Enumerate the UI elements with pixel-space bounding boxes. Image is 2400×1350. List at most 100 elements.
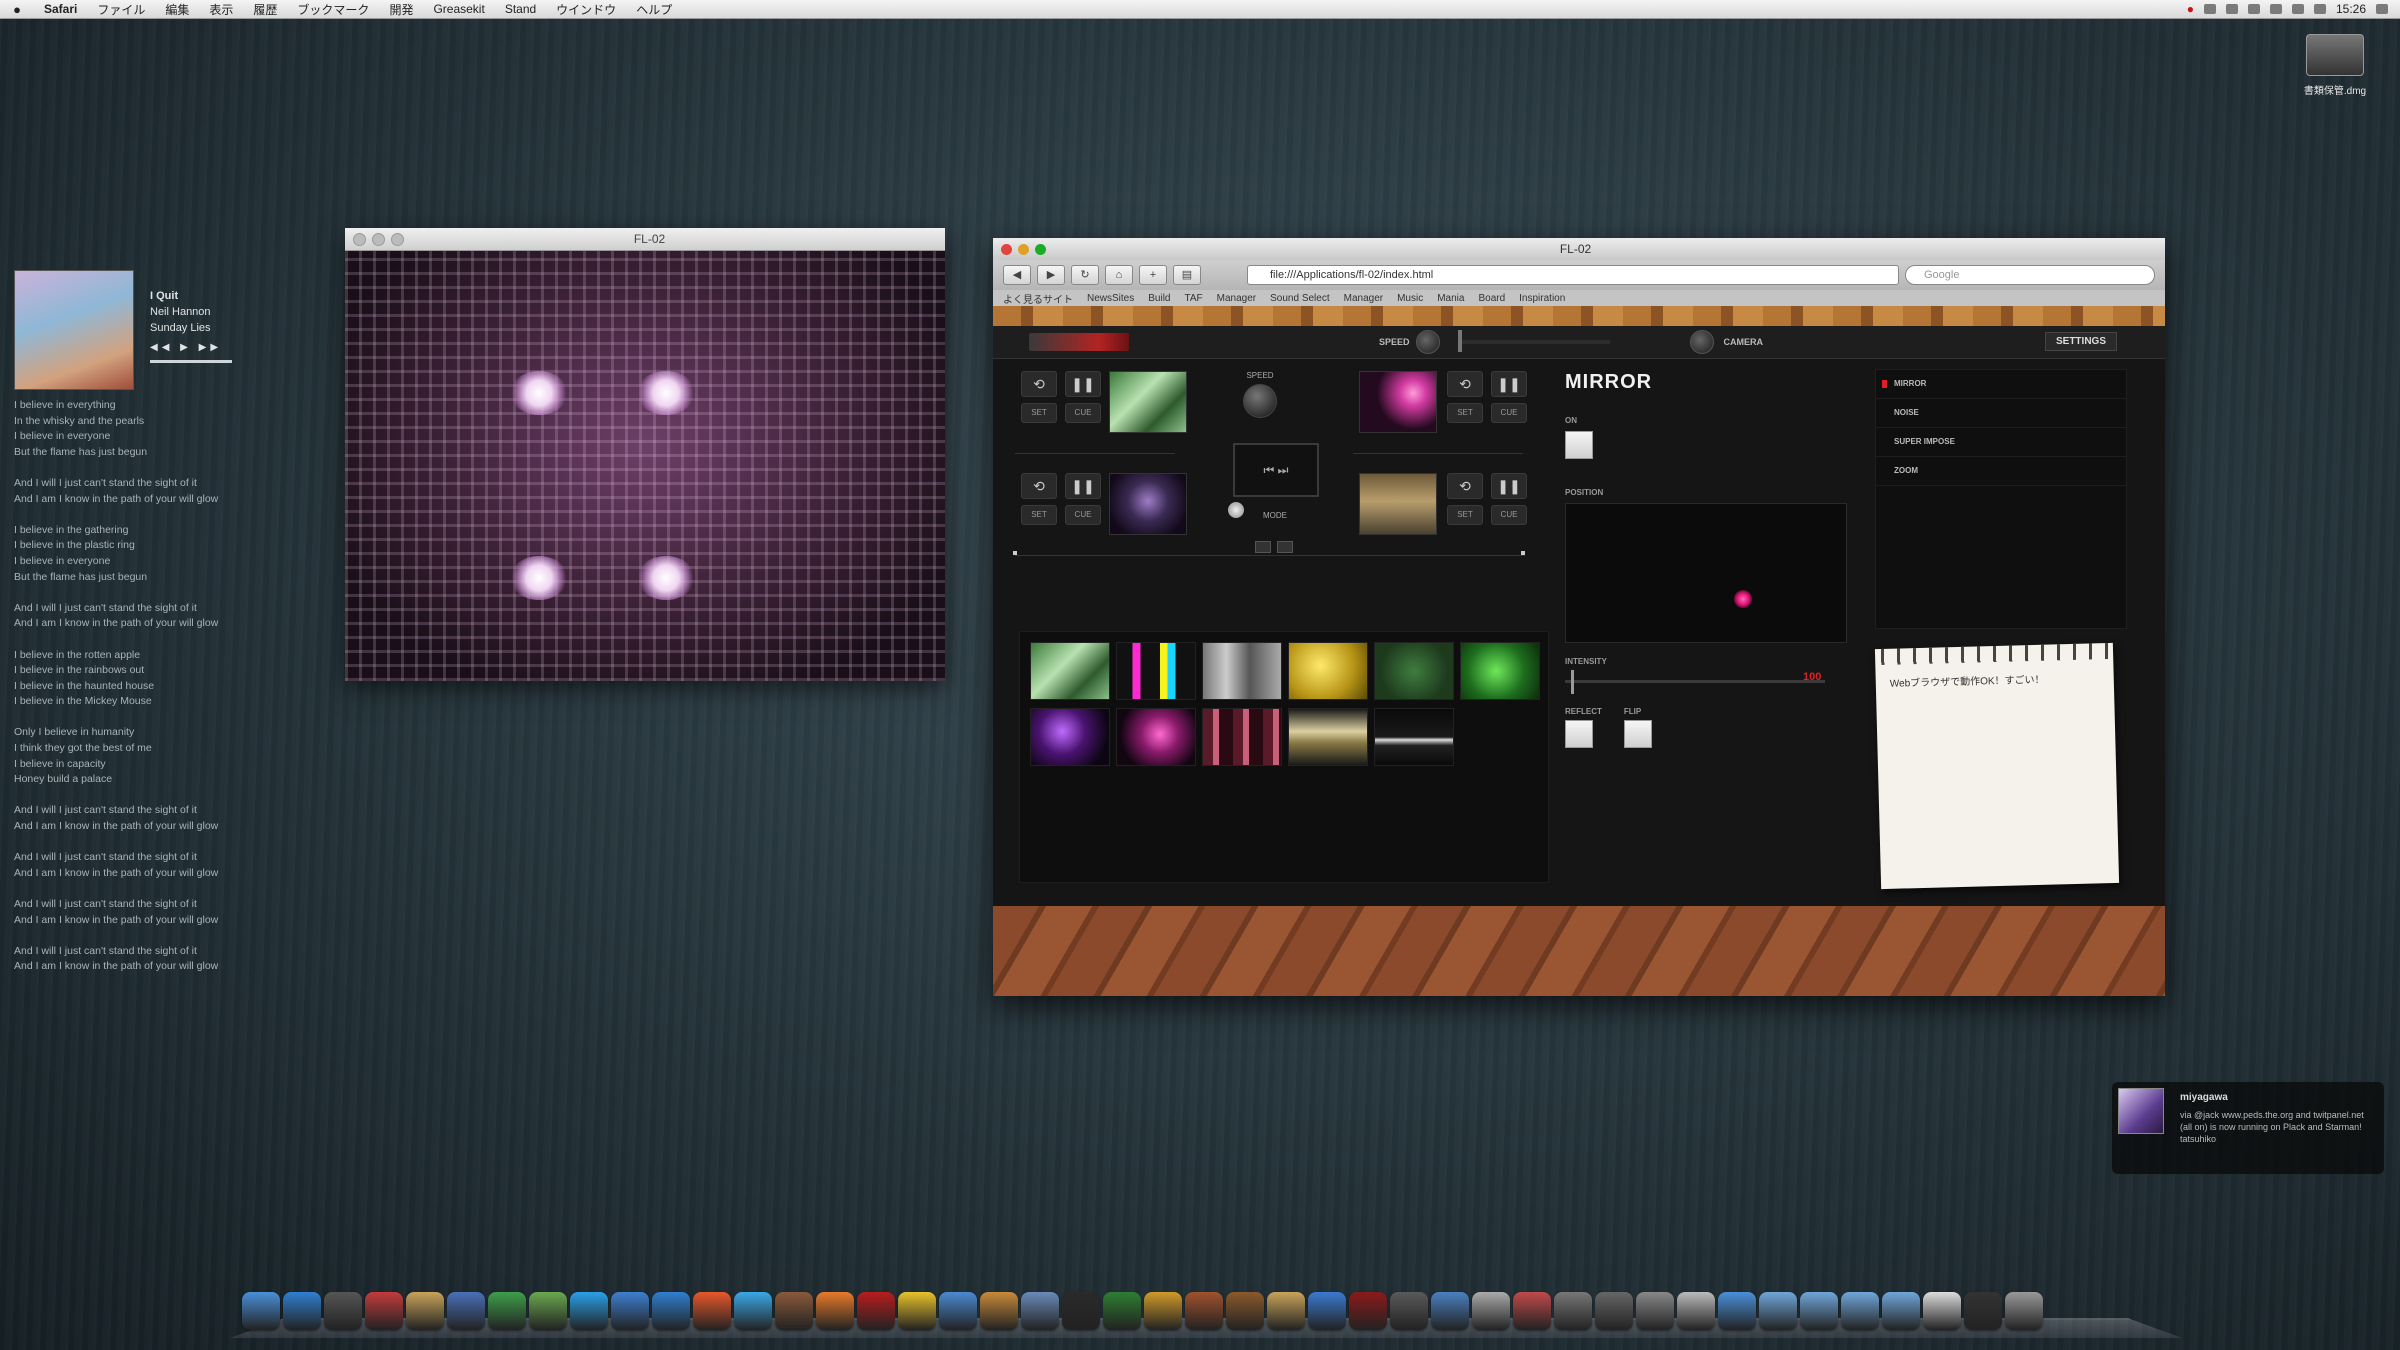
zoom-button[interactable] xyxy=(1035,243,1046,255)
close-button[interactable] xyxy=(1001,243,1012,255)
loop-icon[interactable]: ⟲ xyxy=(1021,371,1057,397)
clip-thumbnail[interactable] xyxy=(1116,708,1196,766)
status-icon[interactable] xyxy=(2225,4,2238,14)
camera-knob[interactable] xyxy=(1689,330,1714,354)
effect-list-item[interactable]: MIRROR xyxy=(1876,370,2126,399)
chrome-icon[interactable] xyxy=(898,1292,936,1330)
dl-icon[interactable] xyxy=(1718,1292,1756,1330)
crossfader-handle[interactable] xyxy=(1228,502,1244,518)
tools-icon[interactable] xyxy=(1144,1292,1182,1330)
set-button[interactable]: SET xyxy=(1021,505,1057,525)
settings-button[interactable]: SETTINGS xyxy=(2044,332,2117,351)
bulb-icon[interactable] xyxy=(1677,1292,1715,1330)
notes-icon[interactable] xyxy=(406,1292,444,1330)
wifi-icon[interactable] xyxy=(2291,4,2304,14)
status-icon[interactable] xyxy=(2269,4,2282,14)
effect-list-item[interactable]: NOISE xyxy=(1876,399,2126,428)
gear-icon[interactable] xyxy=(1636,1292,1674,1330)
bookmark-item[interactable]: Manager xyxy=(1217,293,1256,304)
folder4-icon[interactable] xyxy=(1882,1292,1920,1330)
twitter-icon[interactable] xyxy=(734,1292,772,1330)
battery-icon[interactable] xyxy=(2313,4,2326,14)
cue-button[interactable]: CUE xyxy=(1065,505,1101,525)
menu-window[interactable]: ウインドウ xyxy=(546,1,626,18)
maps-icon[interactable] xyxy=(529,1292,567,1330)
zoom-button[interactable] xyxy=(391,232,404,246)
clip-thumbnail[interactable] xyxy=(1374,708,1454,766)
cue-button[interactable]: CUE xyxy=(1491,505,1527,525)
speed-knob[interactable] xyxy=(1415,330,1440,354)
folder2-icon[interactable] xyxy=(1800,1292,1838,1330)
menu-greasekit[interactable]: Greasekit xyxy=(423,2,494,16)
notification-popup[interactable]: miyagawa via @jack www.peds.the.org and … xyxy=(2112,1082,2384,1174)
crossfader-rail[interactable] xyxy=(1015,555,1525,556)
safari-icon[interactable] xyxy=(283,1292,321,1330)
loop-icon[interactable]: ⟲ xyxy=(1447,371,1483,397)
safari2-icon[interactable] xyxy=(652,1292,690,1330)
pause-icon[interactable]: ❚❚ xyxy=(1491,371,1527,397)
photo-icon[interactable] xyxy=(1390,1292,1428,1330)
pause-icon[interactable]: ❚❚ xyxy=(1491,473,1527,499)
brush-icon[interactable] xyxy=(1308,1292,1346,1330)
position-pad[interactable] xyxy=(1565,503,1847,643)
home-icon[interactable]: ⌂ xyxy=(1105,265,1133,285)
puzzle-icon[interactable] xyxy=(1513,1292,1551,1330)
box-icon[interactable] xyxy=(980,1292,1018,1330)
bottle-icon[interactable] xyxy=(1349,1292,1387,1330)
pen-icon[interactable] xyxy=(1185,1292,1223,1330)
menu-app-name[interactable]: Safari xyxy=(34,2,87,16)
bookmark-item[interactable]: Sound Select xyxy=(1270,293,1330,304)
clip-thumbnail[interactable] xyxy=(1202,708,1282,766)
finder-icon[interactable] xyxy=(242,1292,280,1330)
guitar-icon[interactable] xyxy=(1226,1292,1264,1330)
mode-button[interactable] xyxy=(1255,541,1271,553)
clip-thumbnail[interactable] xyxy=(1288,642,1368,700)
set-button[interactable]: SET xyxy=(1447,505,1483,525)
terminal-icon[interactable] xyxy=(1062,1292,1100,1330)
clip-thumbnail[interactable] xyxy=(1374,642,1454,700)
pause-icon[interactable]: ❚❚ xyxy=(1065,473,1101,499)
trash-icon[interactable] xyxy=(2005,1292,2043,1330)
status-icon[interactable] xyxy=(2203,4,2216,14)
close-button[interactable] xyxy=(353,232,366,246)
loop-icon[interactable]: ⟲ xyxy=(1021,473,1057,499)
network-icon[interactable] xyxy=(939,1292,977,1330)
calendar-icon[interactable] xyxy=(365,1292,403,1330)
menu-file[interactable]: ファイル xyxy=(87,1,155,18)
reflect-checkbox[interactable] xyxy=(1565,720,1593,748)
menu-clock[interactable]: 15:26 xyxy=(2336,2,2366,16)
flip-checkbox[interactable] xyxy=(1623,720,1652,748)
game-icon[interactable] xyxy=(775,1292,813,1330)
set-button[interactable]: SET xyxy=(1447,403,1483,423)
playback-progress[interactable] xyxy=(150,360,232,363)
mixer-transport[interactable]: ⏮ ⏭ xyxy=(1233,443,1319,497)
skype-icon[interactable] xyxy=(570,1292,608,1330)
back-button[interactable]: ◀ xyxy=(1003,265,1031,285)
doc-icon[interactable] xyxy=(1923,1292,1961,1330)
bookmark-item[interactable]: Board xyxy=(1478,293,1505,304)
clock-icon[interactable] xyxy=(324,1292,362,1330)
mail-icon[interactable] xyxy=(1431,1292,1469,1330)
soundcloud-icon[interactable] xyxy=(693,1292,731,1330)
cue-button[interactable]: CUE xyxy=(1065,403,1101,423)
bookmark-item[interactable]: Inspiration xyxy=(1519,293,1565,304)
menu-stand[interactable]: Stand xyxy=(495,2,546,16)
folder3-icon[interactable] xyxy=(1841,1292,1879,1330)
bookmark-item[interactable]: Mania xyxy=(1437,293,1464,304)
dj-icon[interactable] xyxy=(1472,1292,1510,1330)
paint-icon[interactable] xyxy=(1267,1292,1305,1330)
set-button[interactable]: SET xyxy=(1021,403,1057,423)
video-window-titlebar[interactable]: FL-02 xyxy=(345,228,945,251)
preview-icon[interactable] xyxy=(447,1292,485,1330)
menu-history[interactable]: 履歴 xyxy=(243,1,287,18)
bookmark-item[interactable]: NewsSites xyxy=(1087,293,1134,304)
status-icon[interactable] xyxy=(2247,4,2260,14)
loop-icon[interactable]: ⟲ xyxy=(1447,473,1483,499)
deck-clip-thumbnail[interactable] xyxy=(1359,371,1437,433)
spotlight-icon[interactable] xyxy=(2376,4,2388,14)
forward-button[interactable]: ▶ xyxy=(1037,265,1065,285)
effect-list-item[interactable]: SUPER IMPOSE xyxy=(1876,428,2126,457)
clip-thumbnail[interactable] xyxy=(1116,642,1196,700)
reload-icon[interactable]: ↻ xyxy=(1071,265,1099,285)
calc-icon[interactable] xyxy=(1554,1292,1592,1330)
